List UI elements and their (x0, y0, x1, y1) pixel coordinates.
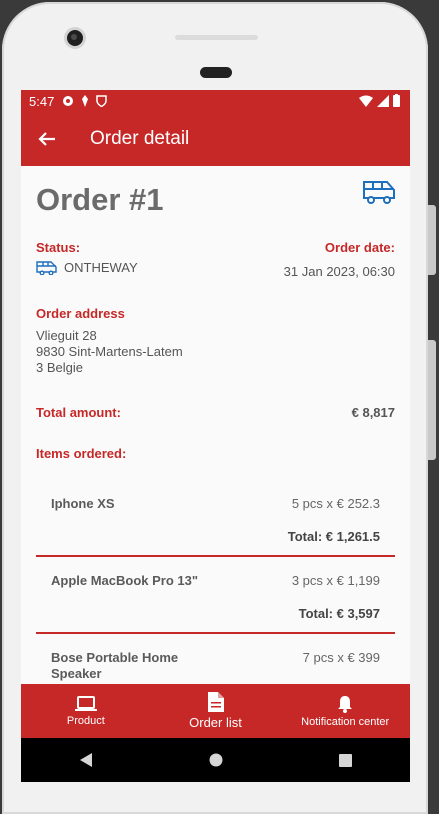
app-bar: Order detail (21, 112, 410, 166)
item-quantity: 7 pcs x € 399 (302, 650, 380, 665)
chat-notification-icon (63, 96, 74, 106)
wifi-icon (359, 95, 373, 107)
total-amount-value: € 8,817 (351, 405, 395, 420)
nav-notification-center[interactable]: Notification center (280, 684, 410, 738)
order-date-label: Order date: (324, 240, 395, 255)
system-status-icons (359, 94, 400, 107)
item-name: Iphone XS (51, 496, 115, 511)
bottom-navigation: Product Order list Notification center (21, 684, 410, 738)
laptop-icon (74, 695, 97, 711)
back-button[interactable] (22, 131, 72, 147)
arrow-left-icon (38, 132, 55, 146)
nav-order-list-label: Order list (189, 715, 242, 730)
address-label: Order address (36, 306, 125, 321)
item-name: Apple MacBook Pro 13" (51, 573, 199, 588)
nav-order-list[interactable]: Order list (151, 684, 281, 738)
address-block: Vlieguit 28 9830 Sint-Martens-Latem 3 Be… (36, 328, 183, 376)
volume-button (428, 340, 436, 460)
shield-icon (96, 95, 108, 107)
order-title: Order #1 (36, 182, 164, 217)
item-quantity: 3 pcs x € 1,199 (291, 573, 380, 588)
power-button (428, 205, 436, 275)
earpiece-speaker (175, 35, 258, 40)
total-amount-label: Total amount: (36, 405, 121, 420)
status-bar: 5:47 (21, 90, 410, 112)
items-ordered-label: Items ordered: (36, 446, 127, 461)
page-title: Order detail (90, 128, 190, 149)
signal-icon (377, 94, 389, 107)
address-line: 3 Belgie (36, 360, 83, 375)
item-name: Bose Portable Home Speaker (51, 650, 179, 681)
battery-icon (393, 94, 400, 107)
system-navigation-bar (21, 738, 410, 782)
order-item[interactable]: Iphone XS 5 pcs x € 252.3 Total: € 1,261… (36, 480, 395, 557)
order-content[interactable]: Order #1 Status: ONTHEWAY Order date: 31… (21, 166, 410, 684)
status-time: 5:47 (29, 93, 55, 109)
address-line: 9830 Sint-Martens-Latem (36, 344, 183, 359)
item-total: Total: € 1,261.5 (287, 529, 380, 544)
order-item[interactable]: Bose Portable Home Speaker 7 pcs x € 399 (36, 634, 395, 684)
items-list: Iphone XS 5 pcs x € 252.3 Total: € 1,261… (36, 480, 395, 684)
status-label: Status: (36, 240, 81, 255)
front-camera (67, 30, 83, 46)
order-item[interactable]: Apple MacBook Pro 13" 3 pcs x € 1,199 To… (36, 557, 395, 634)
bell-icon (338, 695, 353, 713)
item-quantity: 5 pcs x € 252.3 (291, 496, 380, 511)
status-value: ONTHEWAY (64, 260, 138, 275)
document-icon (207, 692, 224, 712)
usb-icon (82, 95, 89, 107)
system-back-icon[interactable] (79, 752, 93, 768)
address-line: Vlieguit 28 (36, 328, 97, 343)
nav-product-label: Product (66, 714, 105, 727)
phone-frame: 5:47 Order detail Order #1 Status: ONTHE… (0, 0, 439, 814)
nav-product[interactable]: Product (21, 684, 151, 738)
system-recents-icon[interactable] (339, 753, 352, 767)
van-status-icon (36, 261, 57, 275)
order-date-value: 31 Jan 2023, 06:30 (283, 264, 395, 279)
item-total: Total: € 3,597 (298, 606, 380, 621)
proximity-sensor (200, 67, 232, 78)
screen: 5:47 Order detail Order #1 Status: ONTHE… (21, 90, 410, 782)
nav-notification-center-label: Notification center (301, 715, 390, 728)
notification-icons (62, 95, 108, 107)
van-icon (363, 181, 395, 204)
status-row: ONTHEWAY (36, 260, 138, 275)
system-home-icon[interactable] (209, 753, 223, 767)
